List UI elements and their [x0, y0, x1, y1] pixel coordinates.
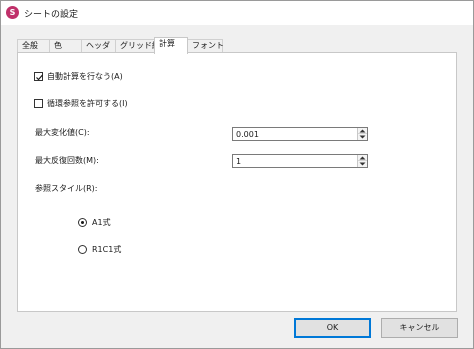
ref-style-label: 参照スタイル(R): [35, 184, 98, 193]
checkmark-icon [36, 74, 43, 80]
circular-ref-label: 循環参照を許可する(I) [47, 98, 128, 108]
dialog-window: S シートの設定 全般 色 ヘッダ グリッド線 計算 フォント 自動計算を行なう… [0, 0, 474, 349]
max-change-label: 最大変化値(C): [35, 128, 90, 137]
ref-style-a1-option[interactable]: A1式 [78, 216, 111, 228]
tab-label: 全般 [22, 41, 38, 50]
auto-calc-label: 自動計算を行なう(A) [47, 71, 123, 81]
window-title: シートの設定 [24, 10, 79, 20]
cancel-button[interactable]: キャンセル [381, 318, 458, 338]
max-iter-label: 最大反復回数(M): [35, 156, 99, 165]
ref-style-r1c1-option[interactable]: R1C1式 [78, 243, 121, 255]
max-iter-value[interactable]: 1 [236, 156, 241, 167]
up-arrow-icon [359, 129, 366, 133]
max-change-decrement-button[interactable] [358, 134, 367, 140]
circular-ref-option[interactable]: 循環参照を許可する(I) [34, 97, 128, 109]
tab-calculation[interactable]: 計算 [154, 37, 188, 54]
dialog-client-area: 全般 色 ヘッダ グリッド線 計算 フォント 自動計算を行なう(A) 循環参照を… [1, 25, 473, 348]
max-iter-spinbox[interactable]: 1 [232, 154, 368, 168]
ok-button[interactable]: OK [294, 318, 371, 338]
down-arrow-icon [359, 162, 366, 166]
tab-strip: 全般 色 ヘッダ グリッド線 計算 フォント [17, 37, 457, 54]
auto-calc-checkbox[interactable] [34, 71, 43, 81]
ref-style-a1-radio[interactable] [78, 217, 87, 227]
tab-label: ヘッダ [86, 41, 110, 50]
auto-calc-option[interactable]: 自動計算を行なう(A) [34, 70, 123, 82]
title-bar: S シートの設定 [1, 1, 473, 25]
tab-label: フォント [192, 41, 224, 50]
tab-color[interactable]: 色 [49, 39, 82, 53]
max-change-spin-buttons [357, 128, 367, 140]
tab-header[interactable]: ヘッダ [81, 39, 116, 53]
circular-ref-checkbox[interactable] [34, 98, 43, 108]
app-icon: S [6, 6, 19, 19]
tab-font[interactable]: フォント [187, 39, 224, 53]
max-change-spinbox[interactable]: 0.001 [232, 127, 368, 141]
calculation-panel: 自動計算を行なう(A) 循環参照を許可する(I) 最大変化値(C): 0.001 [17, 52, 457, 312]
tab-general[interactable]: 全般 [17, 39, 50, 53]
tab-label: 計算 [159, 39, 175, 48]
ref-style-r1c1-radio[interactable] [78, 244, 87, 254]
down-arrow-icon [359, 135, 366, 139]
tab-gridlines[interactable]: グリッド線 [115, 39, 160, 53]
ref-style-a1-label: A1式 [92, 217, 111, 227]
ref-style-r1c1-label: R1C1式 [92, 244, 122, 254]
tab-label: 色 [54, 41, 62, 50]
up-arrow-icon [359, 156, 366, 160]
max-iter-spin-buttons [357, 155, 367, 167]
radio-selected-dot [81, 220, 84, 224]
max-change-value[interactable]: 0.001 [236, 129, 259, 140]
max-iter-decrement-button[interactable] [358, 161, 367, 167]
